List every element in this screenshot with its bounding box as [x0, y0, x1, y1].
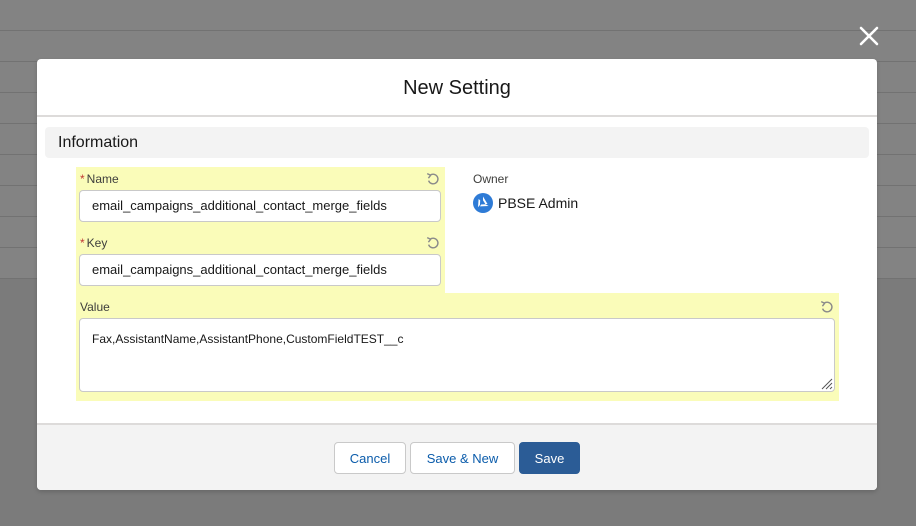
- close-icon: [859, 26, 879, 46]
- required-marker: *: [80, 236, 85, 250]
- section-title: Information: [58, 133, 139, 151]
- name-label: * Name: [80, 172, 119, 186]
- undo-name-button[interactable]: [426, 172, 440, 186]
- owner-avatar-icon: [473, 193, 493, 213]
- value-textarea[interactable]: Fax,AssistantName,AssistantPhone,CustomF…: [79, 318, 835, 392]
- modal-title: New Setting: [403, 76, 511, 99]
- cancel-button[interactable]: Cancel: [334, 442, 406, 474]
- background-row: [0, 0, 916, 31]
- background-row: [0, 31, 916, 62]
- undo-icon: [820, 300, 833, 313]
- undo-icon: [426, 172, 439, 185]
- value-text: Fax,AssistantName,AssistantPhone,CustomF…: [92, 332, 404, 346]
- undo-value-button[interactable]: [820, 300, 834, 314]
- resize-grip-icon[interactable]: [819, 376, 833, 390]
- name-input[interactable]: email_campaigns_additional_contact_merge…: [79, 190, 441, 222]
- owner-value[interactable]: PBSE Admin: [473, 193, 578, 213]
- modal-header: New Setting: [37, 59, 877, 117]
- close-modal-button[interactable]: [852, 19, 886, 53]
- owner-label: Owner: [473, 172, 509, 186]
- save-button[interactable]: Save: [519, 442, 580, 474]
- key-input[interactable]: email_campaigns_additional_contact_merge…: [79, 254, 441, 286]
- key-label-text: Key: [86, 236, 108, 250]
- save-and-new-button[interactable]: Save & New: [410, 442, 515, 474]
- section-header-information[interactable]: Information: [45, 127, 869, 158]
- owner-name: PBSE Admin: [498, 195, 579, 211]
- key-label: * Key: [80, 236, 107, 250]
- undo-key-button[interactable]: [426, 236, 440, 250]
- modal-footer: Cancel Save & New Save: [37, 423, 877, 490]
- new-setting-modal: New Setting Information * Name email_camp…: [37, 59, 877, 490]
- required-marker: *: [80, 172, 85, 186]
- value-label: Value: [80, 300, 110, 314]
- undo-icon: [426, 236, 439, 249]
- name-label-text: Name: [86, 172, 119, 186]
